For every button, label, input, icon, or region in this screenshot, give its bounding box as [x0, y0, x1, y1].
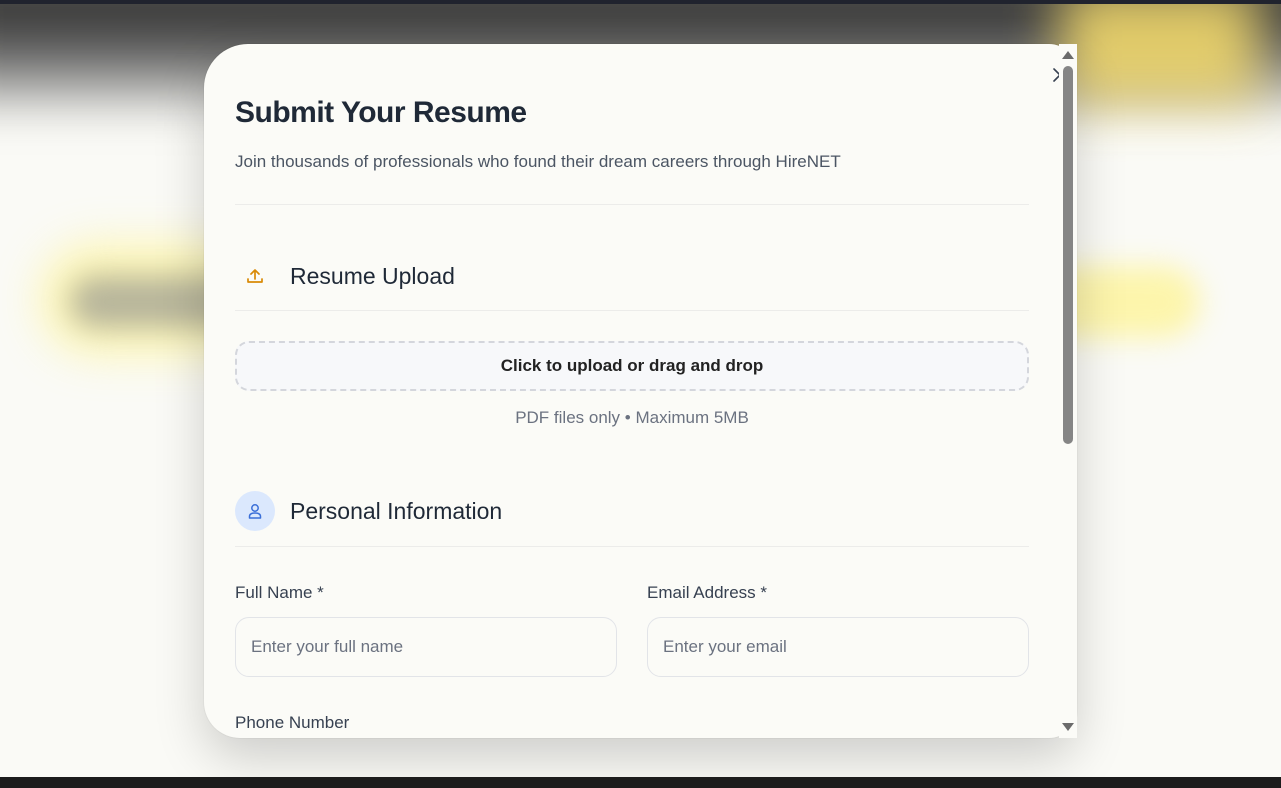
- user-icon: [235, 491, 275, 531]
- resume-dropzone[interactable]: Click to upload or drag and drop: [235, 341, 1029, 391]
- phone-label: Phone Number: [235, 713, 350, 732]
- resume-upload-title: Resume Upload: [290, 262, 455, 289]
- personal-section-divider: [235, 546, 1029, 547]
- modal-title: Submit Your Resume: [235, 96, 527, 129]
- scroll-down-arrow-icon[interactable]: [1062, 723, 1074, 731]
- email-label: Email Address *: [647, 583, 767, 602]
- modal-scrollbar[interactable]: [1059, 44, 1077, 738]
- modal-subtitle: Join thousands of professionals who foun…: [235, 152, 841, 171]
- full-name-label: Full Name *: [235, 583, 324, 602]
- resume-upload-section-header: Resume Upload: [235, 256, 455, 296]
- scrollbar-thumb[interactable]: [1063, 66, 1073, 444]
- resume-section-divider: [235, 310, 1029, 311]
- window-bottom-edge: [0, 777, 1281, 788]
- scroll-up-arrow-icon[interactable]: [1062, 51, 1074, 59]
- header-divider: [235, 204, 1029, 205]
- email-input[interactable]: [647, 617, 1029, 677]
- full-name-input[interactable]: [235, 617, 617, 677]
- resume-submit-modal: Submit Your Resume Join thousands of pro…: [204, 44, 1077, 738]
- upload-icon: [235, 256, 275, 296]
- dropzone-label: Click to upload or drag and drop: [500, 356, 764, 375]
- personal-info-section-header: Personal Information: [235, 491, 502, 531]
- personal-info-title: Personal Information: [290, 497, 503, 524]
- upload-hint: PDF files only • Maximum 5MB: [515, 408, 749, 427]
